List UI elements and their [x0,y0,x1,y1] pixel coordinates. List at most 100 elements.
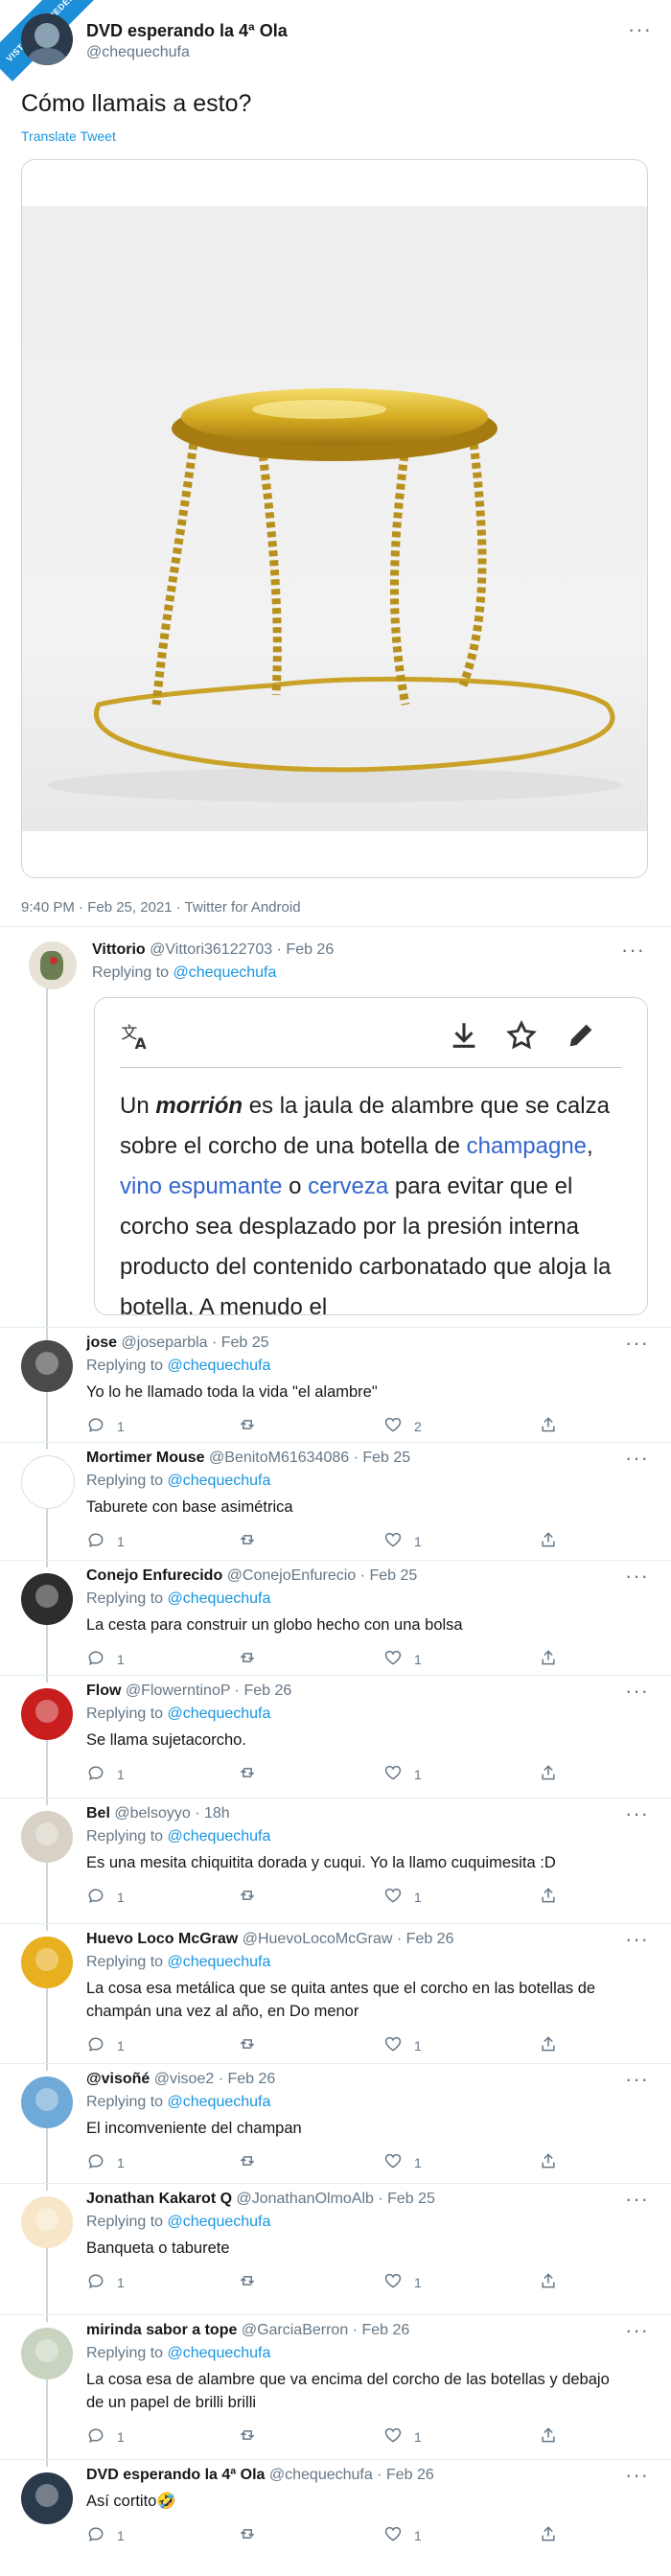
reply-handle-date[interactable]: @chequechufa · Feb 26 [269,2467,434,2483]
more-options-icon[interactable]: ··· [628,19,652,40]
reply-handle-date[interactable]: @belsoyyo · 18h [114,1805,229,1822]
retweet-button[interactable] [238,1763,257,1785]
retweet-button[interactable] [238,2524,257,2546]
replying-to-link[interactable]: @chequechufa [168,1706,271,1722]
reply-author-name[interactable]: Vittorio [92,941,146,958]
retweet-button[interactable] [238,2271,257,2293]
share-button[interactable] [539,1530,558,1552]
reply-button[interactable]: 1 [86,2271,125,2293]
reply-button[interactable]: 1 [86,2034,125,2056]
reply-avatar[interactable] [21,2077,73,2128]
reply-handle-date[interactable]: @Vittori36122703 · Feb 26 [150,941,334,958]
replying-to-link[interactable]: @chequechufa [168,2345,271,2361]
reply-author-name[interactable]: Mortimer Mouse [86,1450,205,1466]
more-options-icon[interactable]: ··· [621,940,645,961]
replying-to-link[interactable]: @chequechufa [168,1590,271,1607]
reply-avatar[interactable] [21,2196,73,2248]
more-options-icon[interactable]: ··· [625,1448,649,1469]
reply-button[interactable]: 1 [86,1886,125,1908]
share-button[interactable] [539,2034,558,2056]
reply-avatar[interactable] [21,1937,73,1988]
more-options-icon[interactable]: ··· [625,1681,649,1702]
replying-to-link[interactable]: @chequechufa [168,1358,271,1374]
replying-to-link[interactable]: @chequechufa [168,1954,271,1970]
download-icon[interactable] [448,1019,480,1052]
reply-button[interactable]: 1 [86,2524,125,2546]
more-options-icon[interactable]: ··· [625,2069,649,2090]
share-button[interactable] [539,1648,558,1670]
share-button[interactable] [539,2425,558,2448]
share-button[interactable] [539,2271,558,2293]
translate-tweet-link[interactable]: Translate Tweet [21,128,116,144]
replying-to-link[interactable]: @chequechufa [168,1473,271,1489]
share-button[interactable] [539,1415,558,1437]
more-options-icon[interactable]: ··· [625,1929,649,1950]
author-name[interactable]: DVD esperando la 4ª Ola [86,21,288,41]
reply-author-name[interactable]: DVD esperando la 4ª Ola [86,2467,265,2483]
more-options-icon[interactable]: ··· [625,2465,649,2486]
retweet-button[interactable] [238,1415,257,1437]
share-button[interactable] [539,1763,558,1785]
share-button[interactable] [539,2524,558,2546]
reply-handle-date[interactable]: @joseparbla · Feb 25 [121,1334,268,1351]
like-button[interactable]: 1 [383,1763,422,1785]
like-button[interactable]: 1 [383,1886,422,1908]
reply-handle-date[interactable]: @GarciaBerron · Feb 26 [242,2322,409,2338]
translate-icon[interactable]: 文A [120,1019,152,1053]
like-button[interactable]: 1 [383,2151,422,2173]
more-options-icon[interactable]: ··· [625,1566,649,1587]
tweet-media[interactable] [21,159,648,878]
author-handle[interactable]: @chequechufa [86,44,190,61]
reply-avatar[interactable] [21,1340,73,1392]
reply-handle-date[interactable]: @visoe2 · Feb 26 [154,2071,276,2087]
more-options-icon[interactable]: ··· [625,1333,649,1354]
reply-avatar[interactable] [21,1811,73,1863]
retweet-button[interactable] [238,1886,257,1908]
reply-avatar[interactable] [21,1573,73,1625]
share-button[interactable] [539,2151,558,2173]
replying-to-link[interactable]: @chequechufa [168,2094,271,2110]
author-avatar[interactable] [21,13,73,65]
replying-to-link[interactable]: @chequechufa [174,964,277,981]
reply-author-name[interactable]: Flow [86,1683,121,1699]
reply-author-name[interactable]: Conejo Enfurecido [86,1567,222,1584]
like-button[interactable]: 1 [383,2271,422,2293]
more-options-icon[interactable]: ··· [625,2320,649,2341]
more-options-icon[interactable]: ··· [625,1803,649,1824]
like-button[interactable]: 1 [383,1530,422,1552]
retweet-button[interactable] [238,2034,257,2056]
reply-author-name[interactable]: @visoñé [86,2071,150,2087]
reply-avatar[interactable] [21,1688,73,1740]
more-options-icon[interactable]: ··· [625,2189,649,2210]
share-button[interactable] [539,1886,558,1908]
retweet-button[interactable] [238,1530,257,1552]
like-button[interactable]: 1 [383,2034,422,2056]
reply-avatar[interactable] [21,2472,73,2524]
reply-author-name[interactable]: Huevo Loco McGraw [86,1931,238,1947]
wikipedia-screenshot-card[interactable]: 文A Un morrión es la jaula de alambre que… [94,997,648,1315]
replying-to-link[interactable]: @chequechufa [168,2214,271,2230]
reply-handle-date[interactable]: @FlowerntinoP · Feb 26 [126,1683,291,1699]
reply-avatar[interactable] [29,941,77,989]
like-button[interactable]: 1 [383,2524,422,2546]
like-button[interactable]: 2 [383,1415,422,1437]
reply-author-name[interactable]: mirinda sabor a tope [86,2322,237,2338]
reply-button[interactable]: 1 [86,1648,125,1670]
reply-button[interactable]: 1 [86,2425,125,2448]
reply-button[interactable]: 1 [86,1415,125,1437]
reply-handle-date[interactable]: @ConejoEnfurecio · Feb 25 [227,1567,418,1584]
reply-handle-date[interactable]: @BenitoM61634086 · Feb 25 [209,1450,410,1466]
reply-author-name[interactable]: jose [86,1334,117,1351]
retweet-button[interactable] [238,2151,257,2173]
edit-icon[interactable] [565,1019,597,1052]
reply-handle-date[interactable]: @JonathanOlmoAlb · Feb 25 [236,2191,434,2207]
like-button[interactable]: 1 [383,1648,422,1670]
reply-author-name[interactable]: Jonathan Kakarot Q [86,2191,232,2207]
retweet-button[interactable] [238,2425,257,2448]
reply-avatar[interactable] [21,1455,75,1509]
reply-author-name[interactable]: Bel [86,1805,110,1822]
star-icon[interactable] [505,1019,538,1052]
reply-button[interactable]: 1 [86,1763,125,1785]
retweet-button[interactable] [238,1648,257,1670]
replying-to-link[interactable]: @chequechufa [168,1828,271,1845]
